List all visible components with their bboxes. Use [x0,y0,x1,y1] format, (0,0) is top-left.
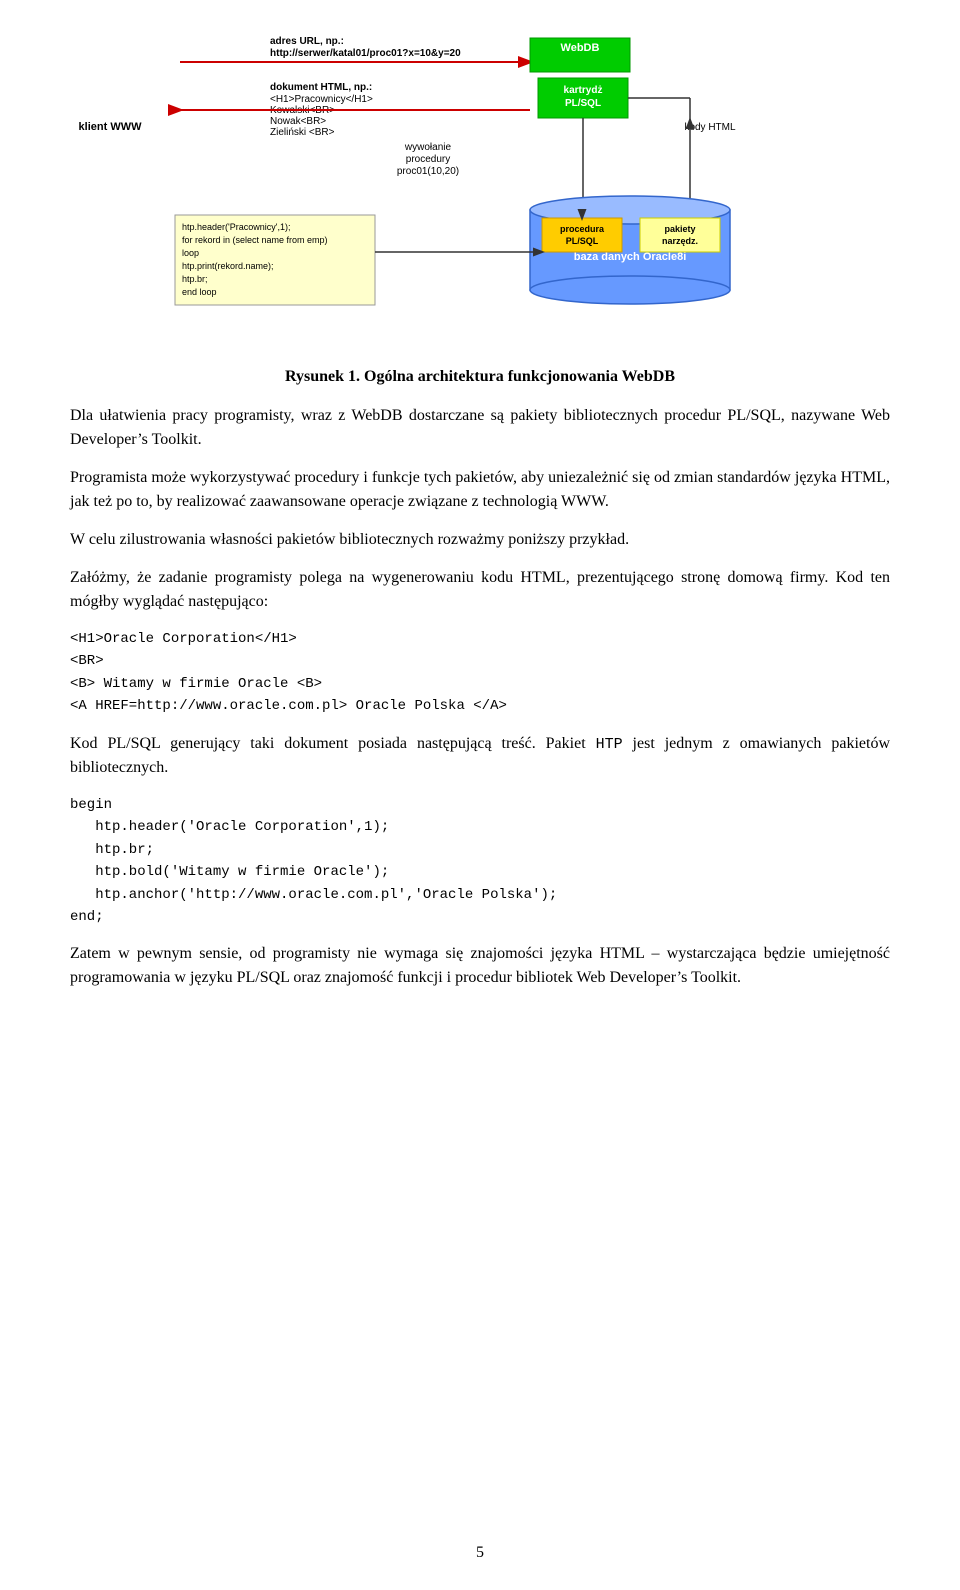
architecture-diagram: adres URL, np.: http://serwer/katal01/pr… [70,30,890,340]
svg-text:adres URL, np.:: adres URL, np.: [270,36,344,47]
svg-text:Nowak<BR>: Nowak<BR> [270,116,326,127]
svg-text:htp.print(rekord.name);: htp.print(rekord.name); [182,261,274,271]
svg-text:PL/SQL: PL/SQL [566,236,599,246]
svg-text:htp.header('Pracownicy',1);: htp.header('Pracownicy',1); [182,222,291,232]
figure-caption: Rysunek 1. Ogólna architektura funkcjono… [70,368,890,386]
svg-text:end loop: end loop [182,287,217,297]
svg-text:klient WWW: klient WWW [79,121,143,133]
svg-text:loop: loop [182,248,199,258]
svg-text:dokument HTML, np.:: dokument HTML, np.: [270,82,372,93]
svg-text:procedura: procedura [560,224,605,234]
svg-text:pakiety: pakiety [664,224,695,234]
paragraph-4: Załóżmy, że zadanie programisty polega n… [70,566,890,614]
svg-text:WebDB: WebDB [561,42,600,54]
svg-text:baza danych Oracle8i: baza danych Oracle8i [574,251,687,263]
paragraph-mid: Kod PL/SQL generujący taki dokument posi… [70,732,890,781]
svg-text:for rekord in (select name fro: for rekord in (select name from emp) [182,235,328,245]
svg-text:narzędz.: narzędz. [662,236,698,246]
svg-text:htp.br;: htp.br; [182,274,208,284]
paragraph-3: W celu zilustrowania własności pakietów … [70,528,890,552]
svg-text:proc01(10,20): proc01(10,20) [397,166,459,177]
svg-text:<H1>Pracownicy</H1>: <H1>Pracownicy</H1> [270,94,373,105]
code-block-html: <H1>Oracle Corporation</H1> <BR> <B> Wit… [70,628,890,718]
svg-text:kody HTML: kody HTML [684,122,736,133]
diagram-container: adres URL, np.: http://serwer/katal01/pr… [70,30,890,340]
paragraph-1: Dla ułatwienia pracy programisty, wraz z… [70,404,890,452]
svg-text:Zieliński <BR>: Zieliński <BR> [270,127,335,138]
code-block-plsql: begin htp.header('Oracle Corporation',1)… [70,794,890,928]
paragraph-last: Zatem w pewnym sensie, od programisty ni… [70,942,890,990]
page-number: 5 [476,1544,484,1562]
page: adres URL, np.: http://serwer/katal01/pr… [0,0,960,1590]
paragraph-2: Programista może wykorzystywać procedury… [70,466,890,514]
inline-code-htp: HTP [596,736,623,753]
svg-text:PL/SQL: PL/SQL [565,98,601,109]
svg-text:procedury: procedury [406,154,450,165]
svg-text:kartrydż: kartrydż [564,85,603,96]
svg-text:wywołanie: wywołanie [404,142,452,153]
svg-text:http://serwer/katal01/proc01?x: http://serwer/katal01/proc01?x=10&y=20 [270,48,461,59]
